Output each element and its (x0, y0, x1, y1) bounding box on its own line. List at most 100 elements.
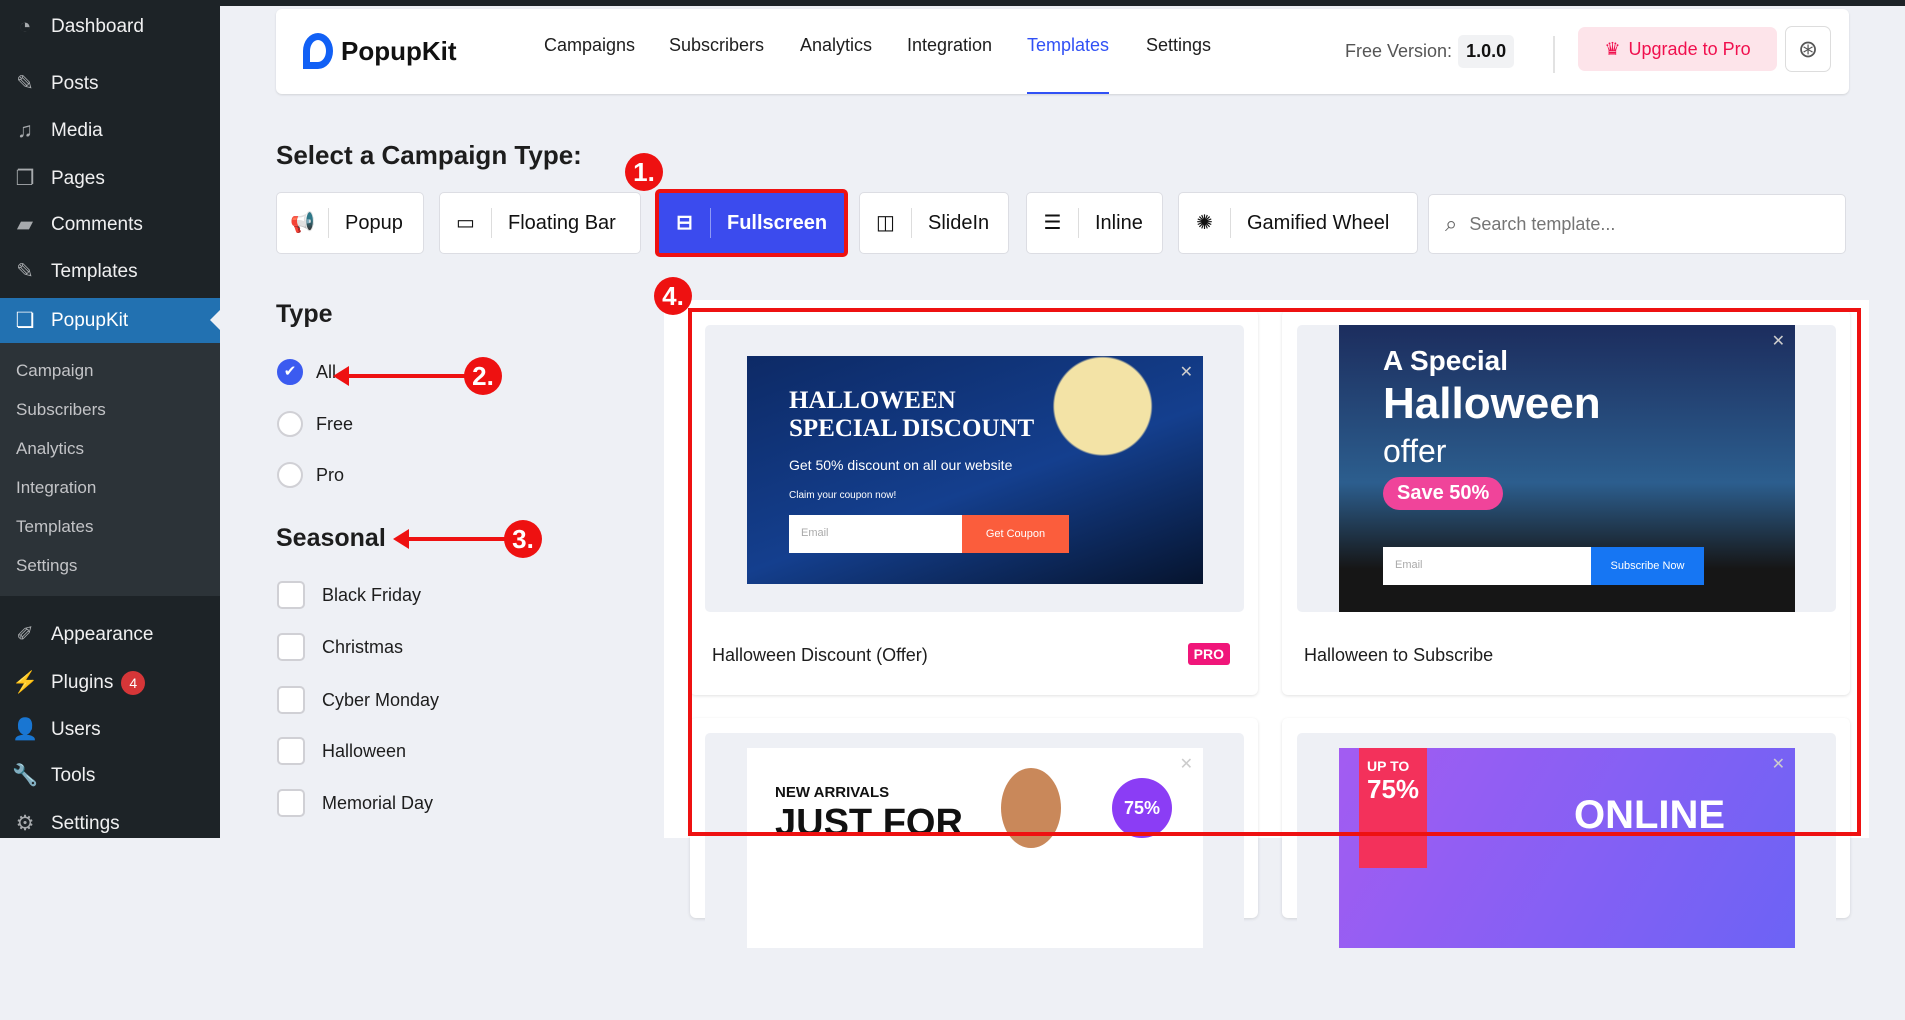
checkbox-cyber-monday[interactable]: Cyber Monday (277, 686, 439, 714)
nav-templates[interactable]: Templates (1027, 35, 1110, 94)
nav-subscribers[interactable]: Subscribers (669, 35, 764, 56)
checkbox-halloween[interactable]: Halloween (277, 737, 406, 765)
megaphone-icon: 📢 (277, 208, 329, 238)
menu-comments[interactable]: ▰ Comments (0, 203, 220, 247)
slidein-icon: ◫ (860, 208, 912, 238)
help-button[interactable]: ⊛ (1785, 26, 1831, 72)
fullscreen-icon: ⊟ (659, 208, 711, 238)
type-popup-button[interactable]: 📢 Popup (276, 192, 424, 254)
type-floating-bar-button[interactable]: ▭ Floating Bar (439, 192, 641, 254)
menu-posts[interactable]: ✎ Posts (0, 62, 220, 106)
checkbox-label: Memorial Day (322, 792, 434, 813)
settings-icon: ⚙ (15, 812, 35, 835)
update-count-badge: 4 (121, 671, 146, 695)
menu-label: Tools (51, 765, 96, 786)
radio-all[interactable]: ✔ All (277, 359, 336, 385)
menu-plugins[interactable]: ⚡ Plugins 4 (0, 661, 220, 705)
annotation-arrow (393, 529, 505, 549)
crown-icon: ♛ (1604, 38, 1621, 59)
annotation-arrow (333, 366, 465, 386)
radio-free[interactable]: Free (277, 411, 353, 437)
pin-icon: ✎ (16, 72, 34, 95)
wheel-icon: ✺ (1179, 208, 1231, 238)
inline-icon: ☰ (1027, 208, 1079, 238)
seasonal-filter-heading: Seasonal (276, 524, 386, 552)
menu-popupkit[interactable]: ❏ PopupKit (0, 298, 220, 343)
checkbox-memorial-day[interactable]: Memorial Day (277, 789, 433, 817)
menu-templates[interactable]: ✎ Templates (0, 250, 220, 294)
popupkit-logo[interactable]: PopupKit (303, 33, 457, 69)
type-fullscreen-button[interactable]: ⊟ Fullscreen (655, 189, 848, 257)
type-slidein-button[interactable]: ◫ SlideIn (859, 192, 1009, 254)
checkbox (277, 789, 305, 817)
type-filter-heading: Type (276, 300, 333, 328)
menu-appearance[interactable]: ✐ Appearance (0, 613, 220, 657)
nav-campaigns[interactable]: Campaigns (544, 35, 635, 56)
menu-tools[interactable]: 🔧 Tools (0, 754, 220, 798)
menu-pages[interactable]: ❐ Pages (0, 157, 220, 201)
menu-label: Templates (51, 261, 138, 282)
pin-icon: ✎ (16, 260, 34, 283)
checkbox-christmas[interactable]: Christmas (277, 633, 403, 661)
upgrade-to-pro-button[interactable]: ♛ Upgrade to Pro (1578, 27, 1777, 71)
checkbox-label: Halloween (322, 740, 407, 761)
type-label: Gamified Wheel (1247, 211, 1390, 234)
checkbox (277, 633, 305, 661)
checkbox-label: Black Friday (322, 584, 422, 605)
wp-admin-bar (0, 0, 1905, 6)
popupkit-submenu: Campaign Subscribers Analytics Integrati… (0, 343, 220, 596)
upgrade-label: Upgrade to Pro (1628, 38, 1751, 59)
menu-settings[interactable]: ⚙ Settings (0, 802, 220, 846)
wrench-icon: 🔧 (12, 764, 39, 787)
menu-users[interactable]: 👤 Users (0, 708, 220, 752)
popupkit-logo-icon (303, 33, 333, 69)
type-label: Popup (345, 211, 403, 234)
lifebuoy-icon: ⊛ (1797, 35, 1819, 63)
checkbox (277, 581, 305, 609)
media-icon: ♫ (17, 119, 33, 142)
submenu-templates[interactable]: Templates (16, 517, 93, 537)
menu-dashboard[interactable]: ◔ Dashboard (0, 5, 220, 49)
radio-pro[interactable]: Pro (277, 462, 344, 488)
checkbox-black-friday[interactable]: Black Friday (277, 581, 421, 609)
menu-label: Pages (51, 168, 105, 189)
type-gamified-wheel-button[interactable]: ✺ Gamified Wheel (1178, 192, 1418, 254)
submenu-analytics[interactable]: Analytics (16, 439, 84, 459)
submenu-settings[interactable]: Settings (16, 556, 77, 576)
annotation-3: 3. (504, 520, 542, 558)
menu-media[interactable]: ♫ Media (0, 109, 220, 153)
menu-label: Dashboard (51, 16, 144, 37)
checkbox-label: Christmas (322, 636, 404, 657)
nav-integration[interactable]: Integration (907, 35, 992, 56)
submenu-subscribers[interactable]: Subscribers (16, 400, 106, 420)
menu-label: PopupKit (51, 309, 129, 331)
type-label: SlideIn (928, 211, 990, 234)
menu-label: Comments (51, 214, 143, 235)
header-divider (1553, 36, 1555, 73)
search-template-field[interactable]: ⌕ (1428, 194, 1846, 254)
floating-bar-icon: ▭ (440, 208, 492, 238)
type-label: Floating Bar (508, 211, 616, 234)
popupkit-icon: ❏ (15, 308, 35, 332)
nav-analytics[interactable]: Analytics (800, 35, 872, 56)
checkbox (277, 686, 305, 714)
comment-icon: ▰ (16, 213, 34, 236)
radio-circle (277, 411, 303, 437)
submenu-campaign[interactable]: Campaign (16, 361, 94, 381)
page-title: Select a Campaign Type: (276, 140, 582, 170)
type-inline-button[interactable]: ☰ Inline (1026, 192, 1163, 254)
search-template-input[interactable] (1469, 213, 1810, 235)
menu-label: Users (51, 719, 101, 740)
version-info: Free Version: 1.0.0 (1345, 35, 1515, 68)
nav-settings[interactable]: Settings (1146, 35, 1211, 56)
menu-label: Appearance (51, 624, 154, 645)
submenu-integration[interactable]: Integration (16, 478, 96, 498)
annotation-2: 2. (464, 357, 502, 395)
radio-circle (277, 462, 303, 488)
checkbox (277, 737, 305, 765)
radio-label: Pro (316, 464, 345, 485)
checkbox-label: Cyber Monday (322, 689, 440, 710)
version-label: Free Version: (1345, 41, 1453, 61)
menu-label: Settings (51, 813, 120, 834)
check-icon: ✔ (277, 359, 303, 385)
